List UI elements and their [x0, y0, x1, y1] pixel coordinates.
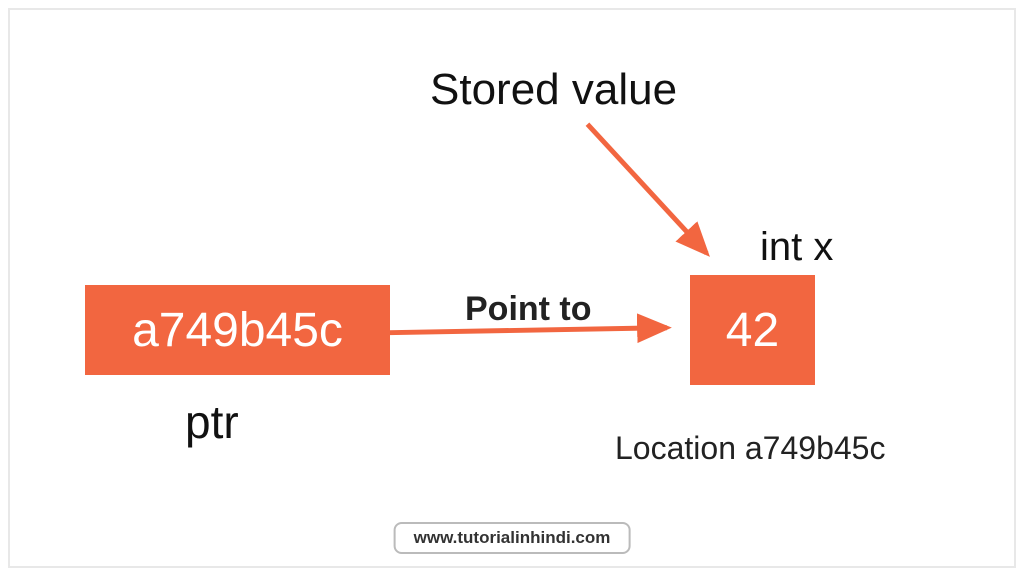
pointer-box: a749b45c [85, 285, 390, 375]
location-label: Location a749b45c [615, 430, 885, 467]
stored-value-label: Stored value [430, 65, 677, 115]
stored-value-arrow [587, 124, 706, 253]
int-x-label: int x [760, 225, 833, 270]
watermark-label: www.tutorialinhindi.com [394, 522, 631, 554]
value-box: 42 [690, 275, 815, 385]
stored-value-text: 42 [726, 303, 779, 358]
ptr-label: ptr [185, 395, 239, 449]
diagram-canvas: Stored value int x a749b45c 42 Point to … [8, 8, 1016, 568]
pointer-value-text: a749b45c [132, 303, 343, 358]
point-to-label: Point to [465, 290, 592, 329]
